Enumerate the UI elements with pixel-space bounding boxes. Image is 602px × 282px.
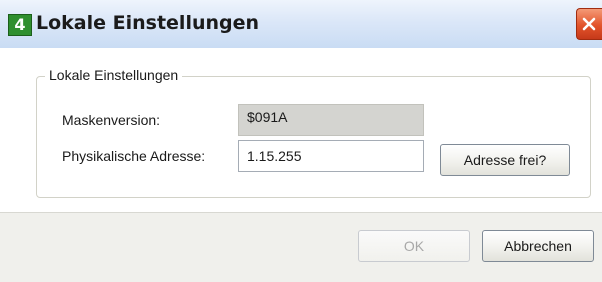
dialog-window: 4 Lokale Einstellungen Lokale Einstellun…	[0, 0, 602, 282]
close-button[interactable]	[576, 8, 602, 40]
address-free-button[interactable]: Adresse frei?	[440, 144, 570, 176]
groupbox-legend: Lokale Einstellungen	[45, 67, 183, 83]
physical-address-input[interactable]	[238, 140, 424, 172]
app-logo-icon: 4	[8, 14, 32, 36]
mask-version-label: Maskenversion:	[62, 112, 161, 128]
mask-version-field: $091A	[238, 104, 424, 136]
dialog-title: Lokale Einstellungen	[36, 12, 260, 34]
physical-address-label: Physikalische Adresse:	[62, 148, 206, 164]
cancel-button[interactable]: Abbrechen	[482, 230, 594, 262]
close-icon	[582, 17, 596, 31]
title-bar[interactable]: 4 Lokale Einstellungen	[0, 0, 602, 49]
ok-button[interactable]: OK	[358, 230, 470, 262]
settings-groupbox: Lokale Einstellungen	[36, 67, 591, 198]
